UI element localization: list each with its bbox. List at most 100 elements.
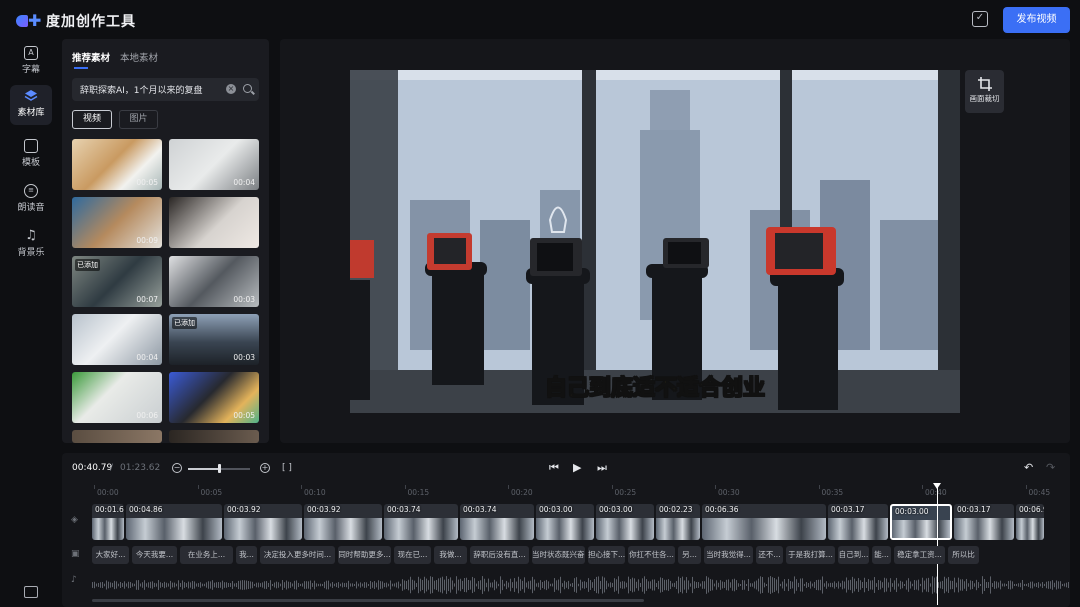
zoom-out-icon[interactable]: − — [172, 463, 182, 473]
zoom-handle[interactable] — [218, 464, 221, 473]
video-clip[interactable]: 00:03.92 — [224, 504, 302, 540]
video-clip[interactable]: 00:03.17 — [828, 504, 888, 540]
waveform-bar — [472, 576, 473, 594]
tab-local[interactable]: 本地素材 — [120, 50, 158, 64]
material-thumb[interactable] — [72, 430, 162, 443]
zoom-in-icon[interactable]: + — [260, 463, 270, 473]
clip-duration: 00:03.92 — [307, 505, 341, 514]
video-clip[interactable]: 00:04.86 — [126, 504, 222, 540]
filter-video[interactable]: 视频 — [72, 110, 112, 129]
video-clip[interactable]: 00:06.9 — [1016, 504, 1044, 540]
subtitle-segment[interactable]: 担心接下... — [588, 546, 625, 564]
material-thumb[interactable]: 00:04 — [72, 314, 162, 365]
search-input[interactable]: 辞职探索AI，1个月以来的复盘 × — [72, 78, 259, 101]
skip-back-icon[interactable]: ⏮ — [549, 461, 559, 475]
material-thumb[interactable]: 00:06 — [72, 372, 162, 423]
subtitle-segment[interactable]: 当时我觉得... — [704, 546, 753, 564]
waveform-bar — [832, 582, 833, 588]
material-thumb[interactable]: 00:05 — [169, 372, 259, 423]
video-clip[interactable]: 00:03.74 — [384, 504, 458, 540]
subtitle-segment[interactable]: 另... — [678, 546, 701, 564]
subtitle-segment[interactable]: 你扛不住各... — [628, 546, 675, 564]
subtitle-segment[interactable]: 同时帮助更多... — [338, 546, 391, 564]
subtitle-segment[interactable]: 现在已... — [394, 546, 431, 564]
video-clip[interactable]: 00:03.00 — [596, 504, 654, 540]
nav-item-subtitle[interactable]: A 字幕 — [10, 42, 52, 82]
clip-thumbnail-strip — [828, 518, 888, 540]
video-clip[interactable]: 00:03.00 — [890, 504, 952, 540]
video-clip[interactable]: 00:03.92 — [304, 504, 382, 540]
material-thumb[interactable] — [169, 197, 259, 248]
video-clip[interactable]: 00:03.74 — [460, 504, 534, 540]
material-thumb[interactable]: 已添加 00:03 — [169, 314, 259, 365]
waveform-bar — [1038, 582, 1039, 588]
subtitle-segment[interactable]: 在业务上... — [180, 546, 233, 564]
search-icon[interactable] — [243, 84, 252, 93]
subtitle-segment[interactable]: 于是我打算... — [786, 546, 835, 564]
video-clip[interactable]: 00:03.17 — [954, 504, 1014, 540]
waveform-bar — [648, 581, 649, 589]
material-thumb[interactable]: 00:04 — [169, 139, 259, 190]
waveform-bar — [828, 583, 829, 587]
waveform-bar — [1030, 581, 1031, 589]
waveform-bar — [1036, 582, 1037, 588]
split-icon[interactable]: [ ] — [282, 463, 292, 473]
waveform-bar — [796, 579, 797, 591]
subtitle-segment[interactable]: 决定投入更多时间... — [260, 546, 335, 564]
preview-frame[interactable]: 自己到底适不适合创业 — [350, 70, 960, 413]
waveform-bar — [532, 576, 533, 594]
shortcut-icon[interactable] — [24, 586, 38, 598]
subtitle-segment[interactable]: 所以比 — [948, 546, 979, 564]
crop-button[interactable]: 画面裁切 — [965, 70, 1004, 113]
play-icon[interactable]: ▶ — [573, 461, 581, 474]
waveform-bar — [494, 579, 495, 591]
ruler-tick: 00:15 — [404, 485, 430, 497]
material-thumb[interactable]: 00:05 — [72, 139, 162, 190]
waveform-bar — [776, 579, 777, 591]
ruler-tick: 00:45 — [1025, 485, 1051, 497]
video-clip[interactable]: 00:02.23 — [656, 504, 700, 540]
ruler-tick: 00:30 — [715, 485, 740, 497]
nav-item-library[interactable]: 素材库 — [10, 85, 52, 125]
skip-forward-icon[interactable]: ⏭ — [597, 461, 607, 475]
subtitle-segment[interactable]: 我做... — [434, 546, 467, 564]
horizontal-scrollbar[interactable] — [92, 599, 644, 602]
nav-item-template[interactable]: 模板 — [10, 135, 52, 175]
nav-item-voice[interactable]: ≡ 朗读音 — [10, 180, 52, 220]
audio-waveform[interactable] — [92, 575, 1070, 595]
clear-icon[interactable]: × — [226, 84, 236, 94]
video-clip[interactable]: 00:03.00 — [536, 504, 594, 540]
waveform-bar — [508, 582, 509, 588]
filter-image[interactable]: 图片 — [119, 110, 158, 129]
publish-video-button[interactable]: 发布视频 — [1003, 7, 1070, 33]
waveform-bar — [240, 580, 241, 590]
waveform-bar — [836, 583, 837, 587]
subtitle-segment[interactable]: 自己到... — [838, 546, 869, 564]
waveform-bar — [860, 580, 861, 590]
added-badge: 已添加 — [75, 259, 100, 271]
video-clip[interactable]: 00:06.36 — [702, 504, 826, 540]
material-thumb[interactable] — [169, 430, 259, 443]
waveform-bar — [692, 576, 693, 594]
waveform-bar — [588, 578, 589, 592]
subtitle-segment[interactable]: 辞职后没有直... — [470, 546, 529, 564]
subtitle-segment[interactable]: 还不... — [756, 546, 783, 564]
material-thumb[interactable]: 00:09 — [72, 197, 162, 248]
subtitle-segment[interactable]: 当时状态既兴奋... — [532, 546, 585, 564]
waveform-bar — [330, 583, 331, 587]
checklist-icon[interactable]: ✓ — [972, 11, 988, 27]
zoom-slider[interactable] — [188, 464, 250, 473]
undo-icon[interactable]: ↶ — [1024, 461, 1033, 474]
tab-recommended[interactable]: 推荐素材 — [72, 50, 110, 69]
time-ruler[interactable]: 00:00 00:05 00:10 00:15 00:20 00:25 00:30 00:35… — [92, 485, 1070, 497]
subtitle-segment[interactable]: 我... — [236, 546, 257, 564]
material-thumb[interactable]: 00:03 — [169, 256, 259, 307]
subtitle-segment[interactable]: 大家好... — [92, 546, 129, 564]
material-thumb[interactable]: 已添加 00:07 — [72, 256, 162, 307]
video-clip[interactable]: 00:01.68 — [92, 504, 124, 540]
nav-item-music[interactable]: ♫ 背景乐 — [10, 225, 52, 265]
redo-icon[interactable]: ↷ — [1046, 461, 1055, 474]
subtitle-segment[interactable]: 能... — [872, 546, 891, 564]
subtitle-segment[interactable]: 今天我要... — [132, 546, 177, 564]
subtitle-segment[interactable]: 稳定拿工资... — [894, 546, 945, 564]
